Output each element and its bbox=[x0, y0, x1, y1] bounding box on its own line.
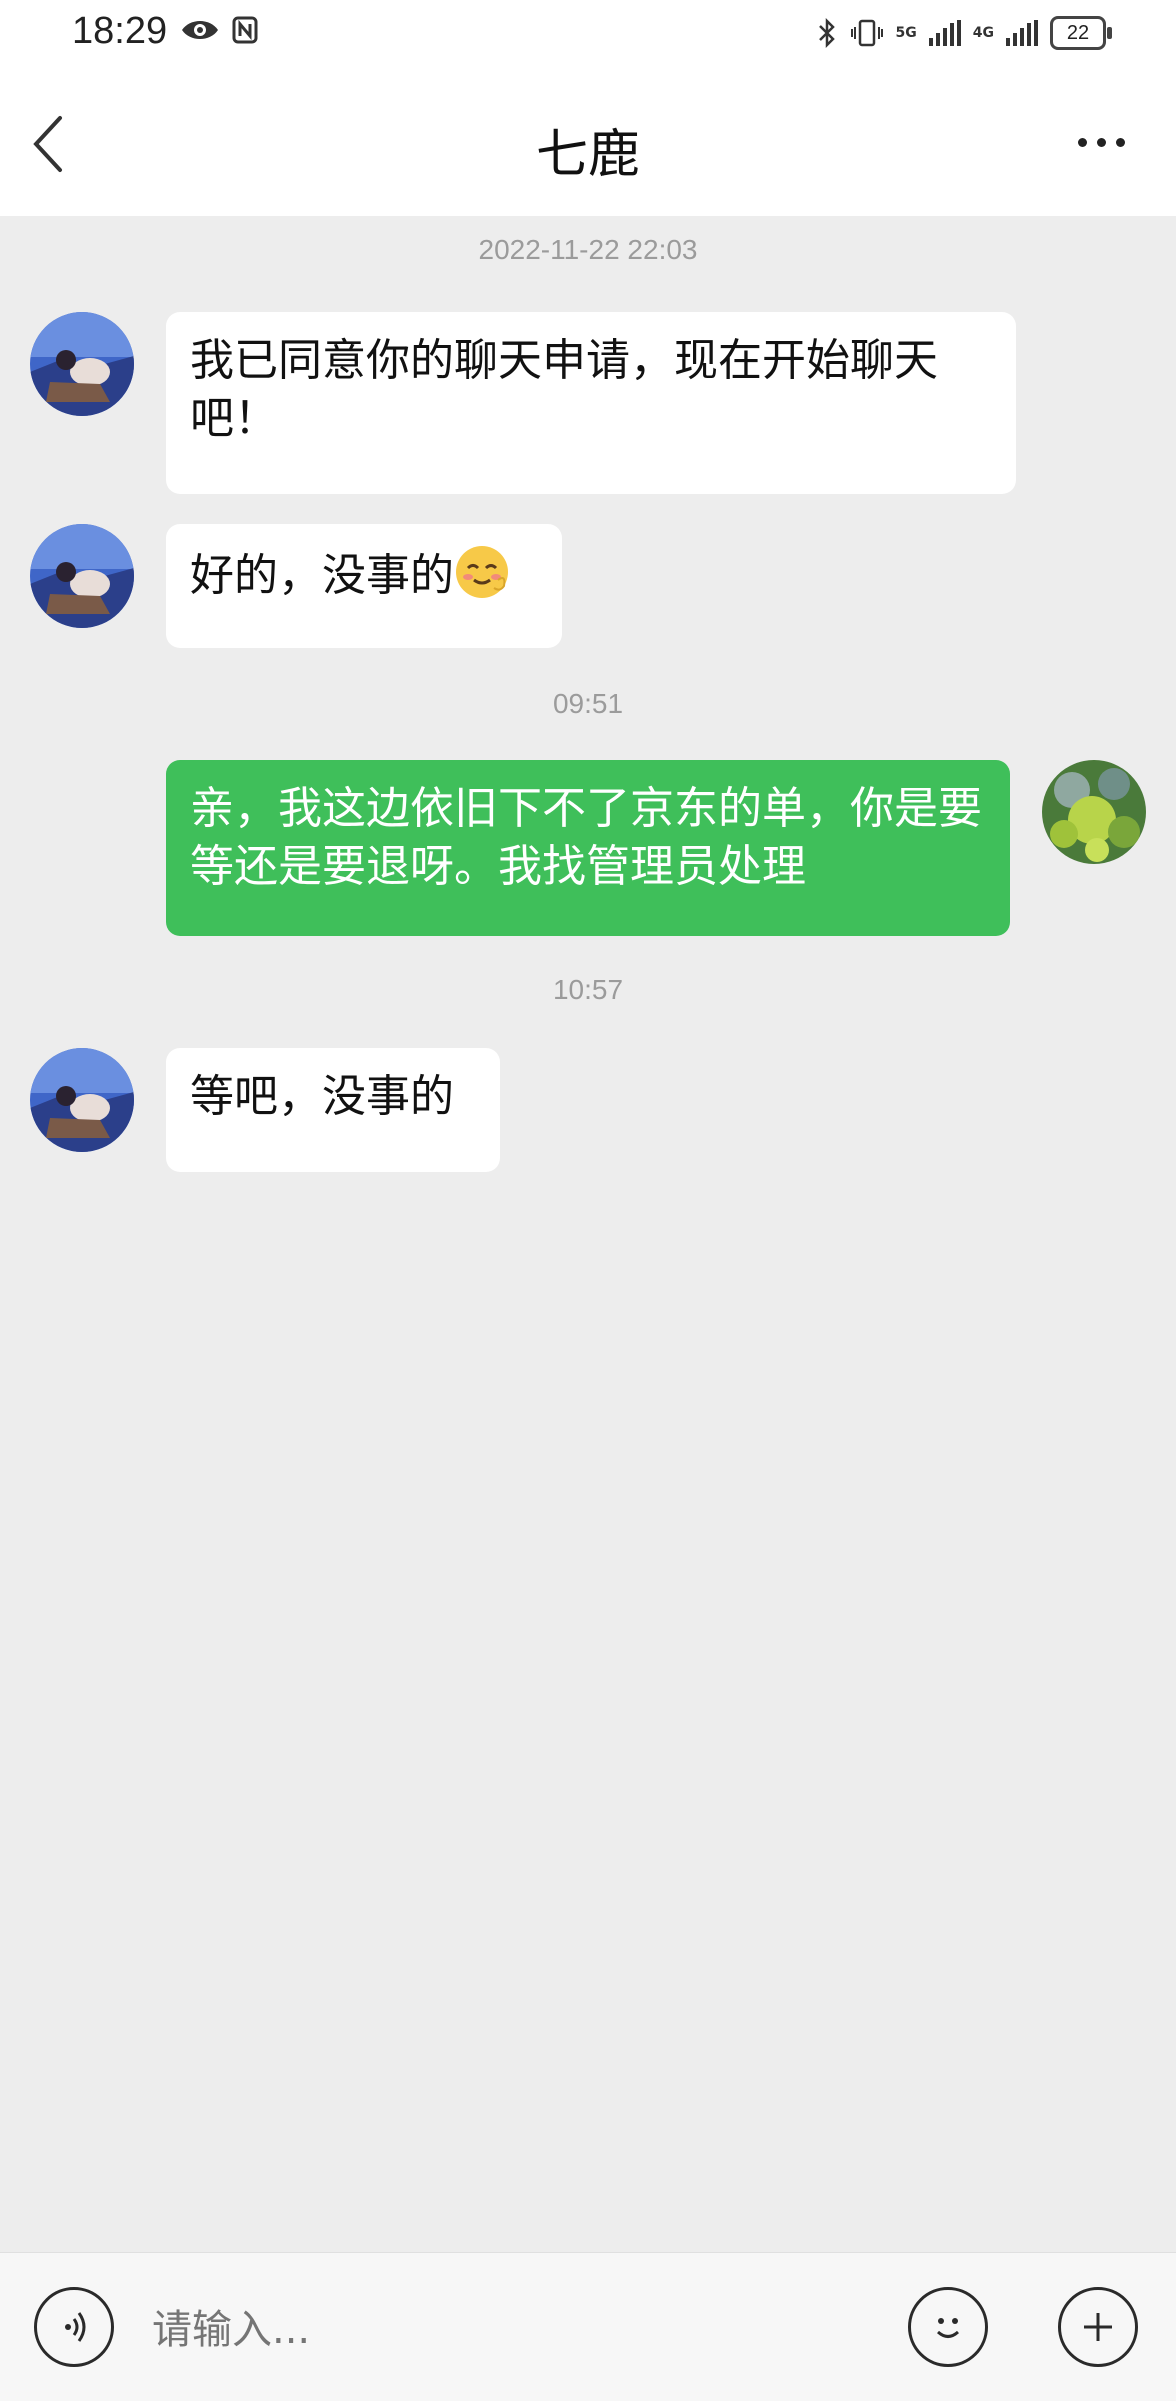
input-bar bbox=[0, 2252, 1176, 2401]
message-bubble-outgoing[interactable]: 亲，我这边依旧下不了京东的单，你是要等还是要退呀。我找管理员处理 bbox=[166, 760, 1010, 936]
status-bar: 18:29 5G 4G 22 bbox=[0, 0, 1176, 72]
emoji-icon bbox=[936, 2318, 960, 2338]
contact-avatar[interactable] bbox=[30, 312, 134, 416]
network-4g-label: 4G bbox=[972, 25, 994, 41]
timestamp: 09:51 bbox=[552, 688, 624, 719]
more-dot-icon bbox=[1096, 137, 1106, 147]
nfc-icon bbox=[232, 16, 258, 44]
more-dot-icon bbox=[1115, 137, 1125, 147]
emoji-button[interactable] bbox=[908, 2287, 988, 2367]
contact-avatar[interactable] bbox=[30, 1048, 134, 1152]
message-bubble-incoming[interactable]: 好的，没事的 bbox=[166, 524, 562, 648]
message-bubble-incoming[interactable]: 我已同意你的聊天申请，现在开始聊天吧！ bbox=[166, 312, 1016, 494]
signal-icon bbox=[928, 20, 961, 46]
voice-icon bbox=[65, 2312, 86, 2342]
bluetooth-icon bbox=[818, 17, 835, 49]
add-button[interactable] bbox=[1058, 2287, 1138, 2367]
message-bubble-incoming[interactable]: 等吧，没事的 bbox=[166, 1048, 500, 1172]
vibrate-icon bbox=[850, 19, 883, 47]
network-5g-label: 5G bbox=[895, 25, 917, 41]
plus-icon bbox=[1084, 2313, 1112, 2341]
voice-button[interactable] bbox=[34, 2287, 114, 2367]
eye-icon bbox=[182, 21, 218, 39]
battery-indicator: 22 bbox=[1050, 16, 1112, 50]
timestamp: 2022-11-22 22:03 bbox=[478, 234, 698, 265]
contact-avatar[interactable] bbox=[30, 524, 134, 628]
more-options-button[interactable] bbox=[1066, 122, 1136, 162]
chat-title: 七鹿 bbox=[535, 125, 640, 185]
status-time: 18:29 bbox=[72, 10, 168, 52]
timestamp: 10:57 bbox=[552, 974, 624, 1005]
chat-header: 七鹿 bbox=[0, 72, 1176, 216]
smiling-face-emoji-icon bbox=[456, 546, 508, 598]
more-dot-icon bbox=[1077, 137, 1087, 147]
signal-icon-2 bbox=[1006, 20, 1038, 46]
user-avatar[interactable] bbox=[1042, 760, 1146, 864]
message-input[interactable] bbox=[150, 2297, 854, 2363]
message-text: 好的，没事的 bbox=[190, 550, 454, 601]
